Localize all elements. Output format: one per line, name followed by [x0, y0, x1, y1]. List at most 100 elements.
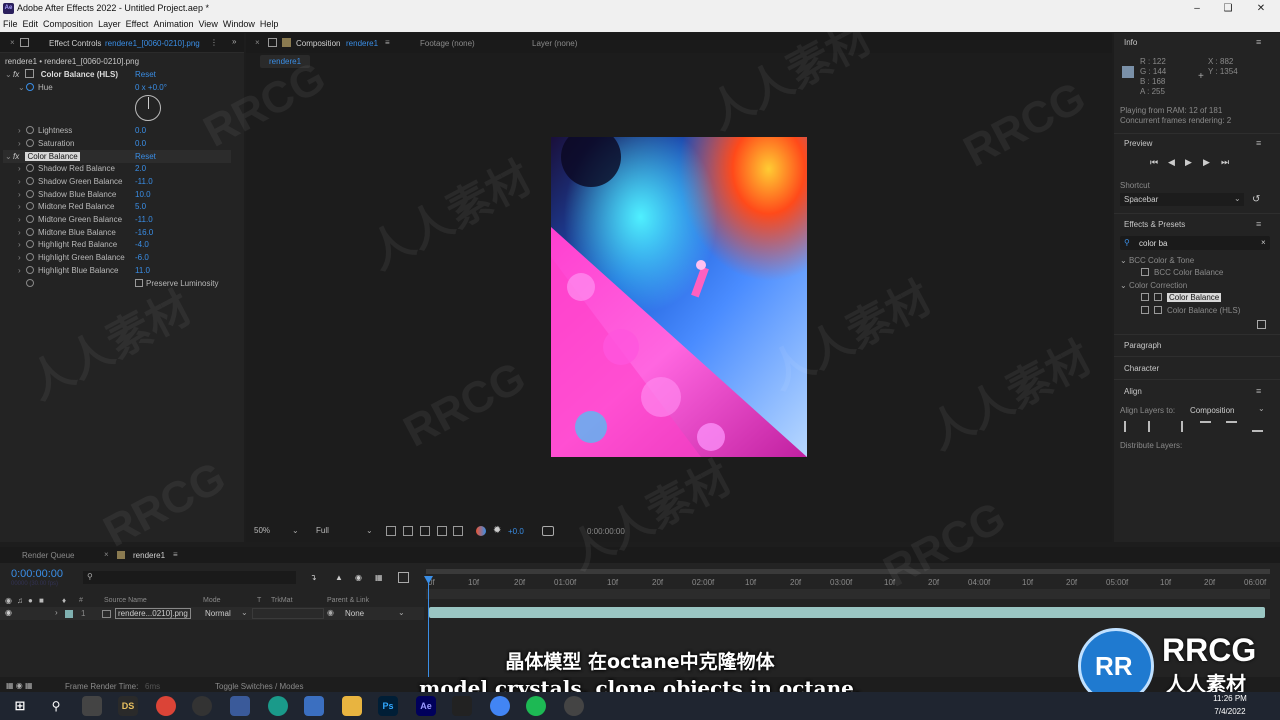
param-value[interactable]: -4.0	[135, 239, 149, 251]
photoshop-icon[interactable]: Ps	[378, 696, 398, 716]
param-value[interactable]: -6.0	[135, 252, 149, 264]
app-icon-edge[interactable]	[268, 696, 288, 716]
param-value[interactable]: 2.0	[135, 163, 146, 175]
audio-header-icon[interactable]: ♫	[17, 596, 23, 605]
timeline-search-input[interactable]: ⚲	[83, 571, 296, 584]
param-value[interactable]: -16.0	[135, 227, 153, 239]
close-tab-icon[interactable]: ×	[255, 38, 260, 47]
tree-item-bcc-color-balance[interactable]: BCC Color Balance	[1141, 268, 1223, 277]
effect2-reset[interactable]: Reset	[135, 151, 156, 163]
panel-menu-icon[interactable]: ⋮	[210, 38, 218, 47]
param-value[interactable]: 10.0	[135, 189, 151, 201]
hue-angle-dial[interactable]	[135, 95, 161, 121]
menu-animation[interactable]: Animation	[150, 17, 195, 29]
layer-duration-bar[interactable]	[429, 607, 1265, 618]
color-channels-icon[interactable]	[476, 526, 486, 536]
visibility-header-icon[interactable]: ◉	[5, 596, 12, 605]
tab-render-queue[interactable]: Render Queue	[22, 551, 74, 560]
align-to-select[interactable]: Composition ⌄	[1186, 403, 1268, 416]
spotify-icon[interactable]	[526, 696, 546, 716]
menu-file[interactable]: File	[0, 17, 20, 29]
file-explorer-icon[interactable]	[342, 696, 362, 716]
previous-frame-icon[interactable]: ◀	[1168, 157, 1175, 168]
align-bottom-icon[interactable]	[1252, 421, 1263, 432]
clear-search-icon[interactable]: ×	[1261, 238, 1266, 247]
layer-name[interactable]: rendere...0210].png	[115, 608, 191, 619]
tab-timeline-comp[interactable]: rendere1	[133, 551, 165, 560]
menu-composition[interactable]: Composition	[40, 17, 95, 29]
shortcut-select[interactable]: Spacebar ⌄	[1120, 193, 1244, 206]
stopwatch-icon[interactable]	[26, 190, 34, 198]
mode-header[interactable]: Mode	[203, 597, 221, 604]
param-value[interactable]: -11.0	[135, 176, 153, 188]
last-frame-icon[interactable]: ⏭	[1221, 157, 1229, 168]
close-window-button[interactable]: ✕	[1250, 2, 1272, 15]
effects-search-input[interactable]: ⚲ color ba ×	[1120, 236, 1270, 250]
t-header[interactable]: T	[257, 597, 261, 604]
preview-menu-icon[interactable]: ≡	[1256, 138, 1261, 148]
app-icon-window[interactable]	[230, 696, 250, 716]
hue-value[interactable]: 0 x +0.0°	[135, 82, 167, 94]
close-tab-icon[interactable]: ×	[10, 38, 15, 47]
pick-whip-icon[interactable]: ◉	[327, 608, 334, 617]
effect-controls-file[interactable]: rendere1_[0060-0210].png	[105, 39, 200, 48]
composition-mini-flowchart-icon[interactable]: ↴	[310, 573, 317, 582]
reset-shortcut-icon[interactable]: ↺	[1252, 194, 1260, 205]
parent-header[interactable]: Parent & Link	[327, 597, 369, 604]
param-value[interactable]: -11.0	[135, 214, 153, 226]
taskbar-date[interactable]: 7/4/2022	[1205, 707, 1255, 716]
stopwatch-icon[interactable]	[26, 164, 34, 172]
shy-layers-icon[interactable]: ◉	[355, 573, 362, 582]
grid-icon[interactable]	[453, 526, 463, 536]
region-of-interest-icon[interactable]	[386, 526, 396, 536]
align-center-h-icon[interactable]	[1148, 421, 1159, 432]
align-top-icon[interactable]	[1200, 421, 1211, 432]
composition-viewer-image[interactable]	[551, 137, 807, 457]
expand-layer-chevron-icon[interactable]: ›	[55, 608, 58, 617]
tab-composition-name[interactable]: rendere1	[346, 39, 378, 48]
panel-menu-icon[interactable]: ≡	[385, 38, 390, 47]
stopwatch-icon[interactable]	[26, 83, 34, 91]
tree-item-color-correction[interactable]: ⌄ Color Correction	[1120, 281, 1187, 290]
stopwatch-icon[interactable]	[26, 240, 34, 248]
tree-item-bcc-color-tone[interactable]: ⌄ BCC Color & Tone	[1120, 256, 1194, 265]
tab-footage[interactable]: Footage (none)	[420, 39, 475, 48]
stopwatch-icon[interactable]	[26, 139, 34, 147]
stopwatch-icon[interactable]	[26, 126, 34, 134]
menu-window[interactable]: Window	[220, 17, 257, 29]
tab-layer[interactable]: Layer (none)	[532, 39, 577, 48]
tab-composition[interactable]: Composition	[296, 39, 340, 48]
menu-effect[interactable]: Effect	[123, 17, 151, 29]
align-left-icon[interactable]	[1124, 421, 1135, 432]
info-title[interactable]: Info	[1124, 38, 1137, 47]
stopwatch-icon[interactable]	[26, 253, 34, 261]
app-icon-obs[interactable]	[192, 696, 212, 716]
play-icon[interactable]: ▶	[1185, 157, 1192, 168]
resolution-select[interactable]: Full ⌄	[316, 526, 374, 538]
time-ruler[interactable]: 0f 10f 20f 01:00f 10f 20f 02:00f 10f 20f…	[426, 569, 1270, 603]
label-header-icon[interactable]: ♦	[62, 596, 66, 605]
exposure-value[interactable]: +0.0	[508, 527, 524, 536]
effects-presets-title[interactable]: Effects & Presets	[1124, 220, 1185, 229]
app-icon-c4d[interactable]	[82, 696, 102, 716]
stopwatch-icon[interactable]	[26, 266, 34, 274]
layer-visibility-icon[interactable]: ◉	[5, 608, 12, 617]
menu-view[interactable]: View	[195, 17, 219, 29]
stopwatch-icon[interactable]	[26, 228, 34, 236]
chrome-icon[interactable]	[156, 696, 176, 716]
lock-header-icon[interactable]: ■	[39, 596, 44, 605]
new-preset-icon[interactable]	[1257, 320, 1266, 329]
param-value[interactable]: 5.0	[135, 201, 146, 213]
menu-edit[interactable]: Edit	[20, 17, 41, 29]
mask-visibility-icon[interactable]	[420, 526, 430, 536]
camera-snapshot-icon[interactable]	[542, 526, 554, 536]
transparency-grid-icon[interactable]	[403, 526, 413, 536]
exposure-icon[interactable]: ✹	[493, 525, 501, 536]
character-title[interactable]: Character	[1124, 364, 1159, 373]
trkmat-header[interactable]: TrkMat	[271, 597, 293, 604]
zoom-select[interactable]: 50% ⌄	[254, 526, 300, 538]
windows-start-icon[interactable]: ⊞	[10, 696, 30, 716]
param-value[interactable]: 11.0	[135, 265, 150, 277]
preserve-luminosity-checkbox[interactable]: Preserve Luminosity	[135, 278, 218, 290]
first-frame-icon[interactable]: ⏮	[1150, 157, 1158, 168]
